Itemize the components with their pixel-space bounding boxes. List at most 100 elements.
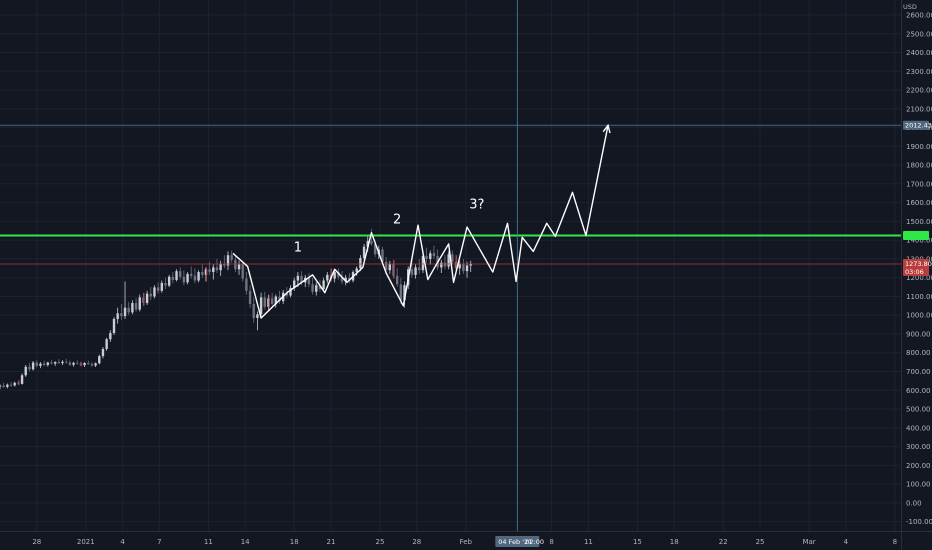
candle-body bbox=[98, 356, 101, 364]
y-tick-label: 500.00 bbox=[906, 406, 931, 414]
candle-body bbox=[241, 264, 244, 279]
candle-body bbox=[259, 297, 263, 315]
y-tick-label: 1100.00 bbox=[906, 293, 932, 301]
x-tick-label: 18 bbox=[290, 538, 299, 546]
support-line-badge-bg bbox=[903, 230, 929, 240]
y-tick-label: 300.00 bbox=[906, 443, 931, 451]
candle-body bbox=[145, 293, 149, 304]
x-tick-label: 18 bbox=[670, 538, 679, 546]
candle-body bbox=[219, 263, 222, 271]
candle-body bbox=[6, 384, 9, 387]
candle-body bbox=[138, 297, 141, 310]
x-tick-label: 25 bbox=[376, 538, 385, 546]
candle-body bbox=[359, 257, 362, 269]
candle-body bbox=[326, 274, 329, 281]
last-price-badge-value: 1273.80 bbox=[905, 260, 932, 268]
crosshair-date-badge: 04 Feb '2102:00 bbox=[495, 536, 544, 547]
candle-body bbox=[234, 259, 237, 270]
candle-body bbox=[182, 276, 186, 283]
candle-body bbox=[175, 271, 178, 280]
candle-body bbox=[263, 297, 266, 307]
candle-body bbox=[105, 339, 108, 349]
candle-body bbox=[28, 366, 31, 370]
candle-body bbox=[208, 269, 211, 273]
candle-body bbox=[87, 363, 90, 365]
candle-body bbox=[322, 280, 325, 289]
candle-body bbox=[120, 313, 123, 317]
candle-body bbox=[13, 382, 16, 386]
candle-body bbox=[94, 363, 97, 366]
y-tick-label: 1800.00 bbox=[906, 162, 932, 170]
y-tick-label: 2500.00 bbox=[906, 30, 932, 38]
candle-body bbox=[156, 287, 160, 291]
x-tick-label: Feb bbox=[460, 538, 473, 546]
y-tick-label: 600.00 bbox=[906, 387, 931, 395]
last-price-badge: 1273.8003:06 bbox=[903, 258, 932, 276]
candle-body bbox=[35, 362, 38, 366]
x-tick-label: 28 bbox=[32, 538, 41, 546]
y-tick-label: -100.00 bbox=[906, 518, 932, 526]
candle-body bbox=[451, 254, 454, 262]
candle-body bbox=[61, 361, 64, 364]
candle-body bbox=[190, 273, 193, 276]
price-chart[interactable]: 123? USD -100.000.00100.00200.00300.0040… bbox=[0, 0, 932, 550]
candle-body bbox=[76, 362, 79, 364]
y-tick-label: 100.00 bbox=[906, 481, 931, 489]
candle-body bbox=[425, 256, 428, 259]
candle-body bbox=[370, 241, 373, 244]
candle-body bbox=[116, 313, 119, 319]
support-line-badge bbox=[903, 230, 929, 240]
crosshair-price-badge-text: 2012.43 bbox=[905, 121, 932, 129]
y-tick-label: 1700.00 bbox=[906, 180, 932, 188]
currency-label: USD bbox=[903, 3, 917, 11]
candle-body bbox=[42, 363, 46, 365]
x-tick-label: 11 bbox=[204, 538, 213, 546]
wave-label: 1 bbox=[294, 240, 302, 255]
candle-body bbox=[252, 303, 255, 319]
candle-body bbox=[395, 275, 399, 285]
candle-body bbox=[179, 271, 182, 277]
y-tick-label: 2100.00 bbox=[906, 105, 932, 113]
candle-body bbox=[237, 264, 241, 270]
x-tick-label: 8 bbox=[549, 538, 553, 546]
candle-body bbox=[153, 287, 156, 297]
candle-body bbox=[134, 303, 138, 310]
candle-body bbox=[215, 267, 219, 271]
x-tick-label: 8 bbox=[893, 538, 897, 546]
candle-body bbox=[2, 385, 5, 387]
y-tick-label: 0.00 bbox=[906, 499, 922, 507]
candle-body bbox=[20, 375, 24, 384]
wave-label: 3? bbox=[469, 197, 484, 212]
candle-body bbox=[418, 267, 421, 271]
candle-body bbox=[230, 255, 233, 260]
x-tick-label: 22 bbox=[719, 538, 728, 546]
candle-body bbox=[201, 272, 204, 275]
candle-body bbox=[432, 253, 436, 257]
candle-body bbox=[0, 385, 2, 387]
candle-body bbox=[443, 262, 447, 267]
x-tick-label: 28 bbox=[412, 538, 421, 546]
candle-body bbox=[9, 384, 13, 386]
crosshair-time-text: 02:00 bbox=[525, 538, 544, 546]
candle-body bbox=[39, 363, 42, 366]
candle-body bbox=[414, 267, 417, 275]
x-tick-label: 25 bbox=[756, 538, 765, 546]
x-tick-label: Mar bbox=[802, 538, 815, 546]
x-tick-label: 14 bbox=[241, 538, 250, 546]
candle-body bbox=[465, 265, 469, 272]
y-tick-label: 1900.00 bbox=[906, 143, 932, 151]
candle-body bbox=[101, 348, 105, 357]
candle-body bbox=[429, 253, 432, 259]
candle-body bbox=[212, 267, 215, 273]
candle-body bbox=[296, 275, 300, 281]
candle-body bbox=[64, 361, 68, 363]
y-tick-label: 900.00 bbox=[906, 330, 931, 338]
candle-body bbox=[311, 284, 314, 292]
candle-body bbox=[160, 282, 164, 291]
candle-body bbox=[171, 276, 175, 280]
candle-body bbox=[388, 263, 392, 271]
x-tick-label: 11 bbox=[584, 538, 593, 546]
y-tick-label: 1500.00 bbox=[906, 218, 932, 226]
candle-body bbox=[31, 362, 35, 370]
candle-body bbox=[248, 290, 252, 304]
